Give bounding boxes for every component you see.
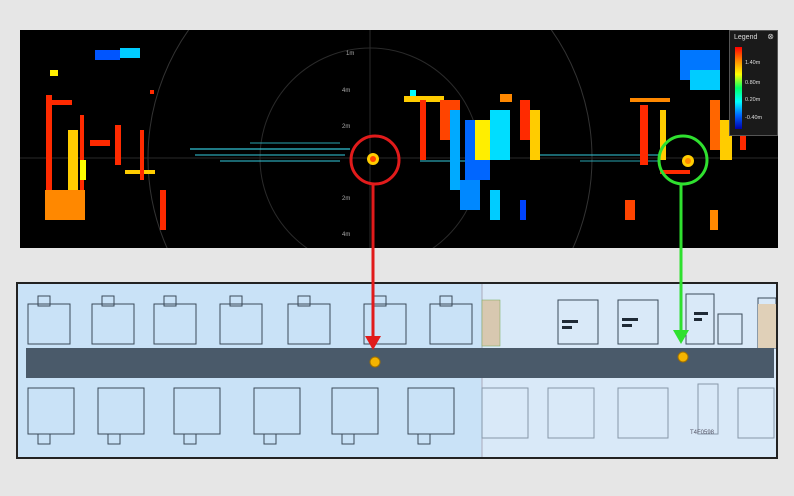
floor-plan-canvas: T4F0598 — [26, 284, 776, 457]
point-cloud-canvas: 1m 4m 2m 2m 4m — [20, 30, 778, 248]
legend-panel: Legend ⊗ 1.40m 0.80m 0.20m -0.40m — [729, 30, 778, 136]
lidar-point-cloud-view[interactable]: 1m 4m 2m 2m 4m — [20, 30, 778, 248]
range-label: 4m — [342, 232, 350, 238]
close-icon[interactable]: ⊗ — [767, 32, 774, 41]
hatched-wall-block — [481, 299, 501, 347]
room-label: T4F0598 — [690, 430, 715, 436]
point-cluster-left — [45, 48, 166, 230]
legend-label: -0.40m — [745, 115, 763, 121]
legend-label: 0.20m — [745, 97, 761, 103]
point-cluster-right — [625, 50, 746, 230]
floor-plan-view[interactable]: T4F0598 — [16, 282, 778, 459]
target-point-red — [369, 356, 381, 368]
point-cluster-center — [404, 90, 540, 220]
hatched-wall-block — [758, 304, 776, 348]
range-label: 2m — [342, 196, 350, 202]
range-label: 1m — [346, 51, 354, 57]
range-label: 4m — [342, 88, 350, 94]
target-point-green — [677, 351, 689, 363]
legend-label: 1.40m — [745, 60, 761, 66]
legend-color-scale — [735, 47, 742, 129]
corridor — [26, 348, 774, 378]
range-label: 2m — [342, 124, 350, 130]
legend-title: Legend — [734, 34, 758, 41]
legend-label: 0.80m — [745, 80, 761, 86]
